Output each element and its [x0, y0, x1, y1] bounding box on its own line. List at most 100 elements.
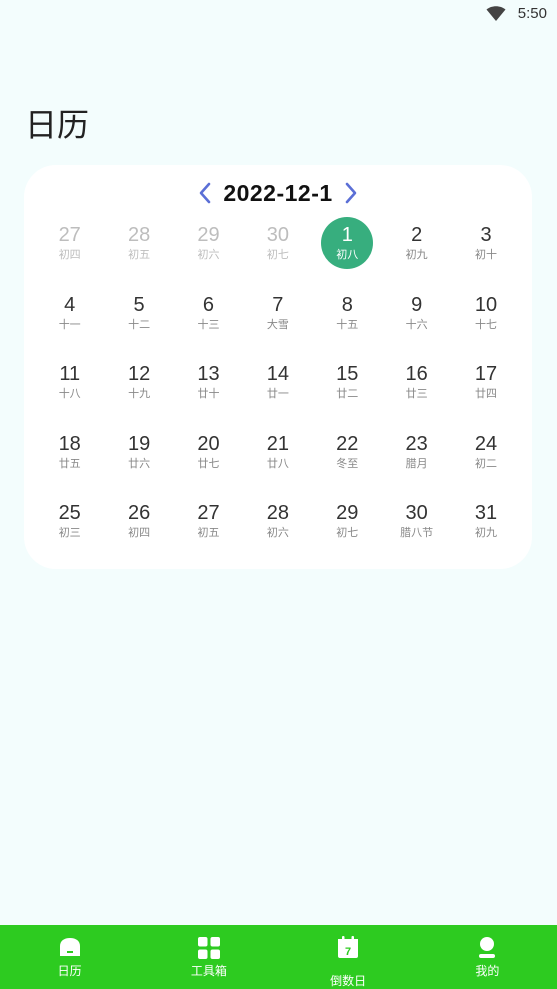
day-cell[interactable]: 20 廿七 [174, 426, 243, 496]
day-cell[interactable]: 14 廿一 [243, 356, 312, 426]
calendar-badge: 7 [345, 946, 351, 958]
day-cell[interactable]: 6 十三 [174, 287, 243, 357]
calendar-grid: 27 初四 28 初五 29 初六 30 初七 1 初八 2 初九 3 初十 4 十一 5 十二 6 十三 7 大雪 8 十五… [35, 217, 521, 565]
day-cell[interactable]: 30 腊八节 [382, 495, 451, 565]
day-number: 1 [341, 224, 353, 246]
day-cell[interactable]: 24 初二 [451, 426, 520, 496]
day-number: 22 [336, 432, 359, 455]
nav-tab-profile[interactable]: 我的 [418, 925, 557, 989]
day-cell[interactable]: 13 廿十 [174, 356, 243, 426]
lunar-date: 十九 [128, 387, 151, 400]
lunar-date: 初五 [128, 248, 151, 261]
day-cell[interactable]: 23 腊月 [382, 426, 451, 496]
day-cell[interactable]: 22 冬至 [313, 426, 382, 496]
day-cell[interactable]: 27 初四 [35, 217, 104, 287]
day-number: 23 [405, 432, 428, 455]
day-cell[interactable]: 2 初九 [382, 217, 451, 287]
lunar-date: 初六 [197, 248, 220, 261]
day-cell[interactable]: 31 初九 [451, 495, 520, 565]
chevron-right-icon [345, 182, 356, 204]
lunar-date: 廿四 [475, 387, 498, 400]
day-number: 5 [133, 293, 145, 316]
prev-month-button[interactable] [191, 179, 219, 207]
nav-tab-toolbox[interactable]: 工具箱 [139, 925, 278, 989]
calendar-icon: 7 [338, 936, 359, 958]
day-cell[interactable]: 15 廿二 [313, 356, 382, 426]
nav-label: 工具箱 [190, 964, 227, 978]
day-number: 24 [474, 432, 498, 455]
status-time: 5:50 [517, 5, 547, 22]
day-cell[interactable]: 29 初七 [313, 495, 382, 565]
day-number: 11 [59, 363, 81, 385]
day-cell[interactable]: 21 廿八 [243, 426, 312, 496]
lunar-date: 廿六 [128, 456, 151, 470]
day-cell[interactable]: 16 廿三 [382, 356, 451, 426]
day-cell[interactable]: 28 初五 [104, 217, 173, 287]
person-icon [479, 937, 496, 958]
lunar-date: 十七 [475, 317, 498, 331]
day-cell[interactable]: 11 十八 [35, 356, 104, 426]
bottom-nav: 日历 工具箱 7 倒数日 我的 [0, 925, 557, 989]
day-number: 26 [127, 502, 151, 524]
nav-label: 我的 [475, 964, 500, 978]
day-cell[interactable]: 30 初七 [243, 217, 312, 287]
lunar-date: 廿十 [197, 387, 220, 400]
day-number: 17 [474, 363, 498, 385]
day-cell[interactable]: 28 初六 [243, 495, 312, 565]
day-number: 16 [405, 363, 428, 385]
day-number: 27 [197, 502, 220, 524]
day-cell[interactable]: 10 十七 [451, 287, 520, 357]
day-cell[interactable]: 29 初六 [174, 217, 243, 287]
day-number: 29 [336, 502, 359, 524]
home-icon [59, 938, 80, 956]
day-number: 21 [266, 432, 289, 455]
day-cell[interactable]: 12 十九 [104, 356, 173, 426]
lunar-date: 十六 [405, 317, 428, 331]
day-number: 27 [58, 224, 81, 246]
day-cell[interactable]: 26 初四 [104, 495, 173, 565]
day-number: 30 [405, 502, 428, 524]
lunar-date: 初二 [475, 456, 498, 470]
lunar-date: 初八 [336, 248, 359, 261]
lunar-date: 冬至 [336, 456, 359, 470]
day-number: 3 [480, 224, 492, 246]
day-cell[interactable]: 8 十五 [313, 287, 382, 357]
lunar-date: 廿八 [266, 456, 289, 470]
nav-tab-countdown[interactable]: 7 倒数日 [279, 925, 418, 989]
month-label: 2022-12-1 [223, 179, 333, 206]
day-cell[interactable]: 17 廿四 [451, 356, 520, 426]
day-number: 12 [127, 363, 151, 385]
wifi-icon [486, 6, 506, 21]
day-number: 29 [197, 224, 220, 246]
lunar-date: 初九 [475, 526, 498, 539]
day-cell[interactable]: 7 大雪 [243, 287, 312, 357]
day-cell[interactable]: 4 十一 [35, 287, 104, 357]
lunar-date: 初六 [266, 526, 289, 539]
day-cell-selected[interactable]: 1 初八 [313, 217, 382, 287]
next-month-button[interactable] [337, 179, 365, 207]
status-bar: 5:50 [0, 0, 557, 30]
day-cell[interactable]: 27 初五 [174, 495, 243, 565]
day-number: 6 [202, 293, 215, 316]
lunar-date: 十三 [197, 317, 220, 331]
lunar-date: 初十 [475, 248, 498, 261]
lunar-date: 腊八节 [400, 526, 434, 539]
lunar-date: 廿三 [405, 387, 428, 400]
grid-icon [197, 937, 220, 959]
lunar-date: 初七 [336, 526, 359, 539]
day-number: 9 [411, 293, 423, 316]
day-number: 14 [266, 363, 289, 385]
lunar-date: 廿二 [336, 387, 359, 400]
day-cell[interactable]: 18 廿五 [35, 426, 104, 496]
day-cell[interactable]: 5 十二 [104, 287, 173, 357]
lunar-date: 初四 [128, 526, 151, 539]
day-number: 10 [474, 293, 498, 316]
day-cell[interactable]: 25 初三 [35, 495, 104, 565]
nav-tab-calendar[interactable]: 日历 [0, 925, 139, 989]
day-cell[interactable]: 9 十六 [382, 287, 451, 357]
day-cell[interactable]: 19 廿六 [104, 426, 173, 496]
day-cell[interactable]: 3 初十 [451, 217, 520, 287]
nav-label: 日历 [57, 964, 82, 978]
day-number: 2 [411, 224, 423, 246]
day-number: 31 [474, 502, 498, 524]
